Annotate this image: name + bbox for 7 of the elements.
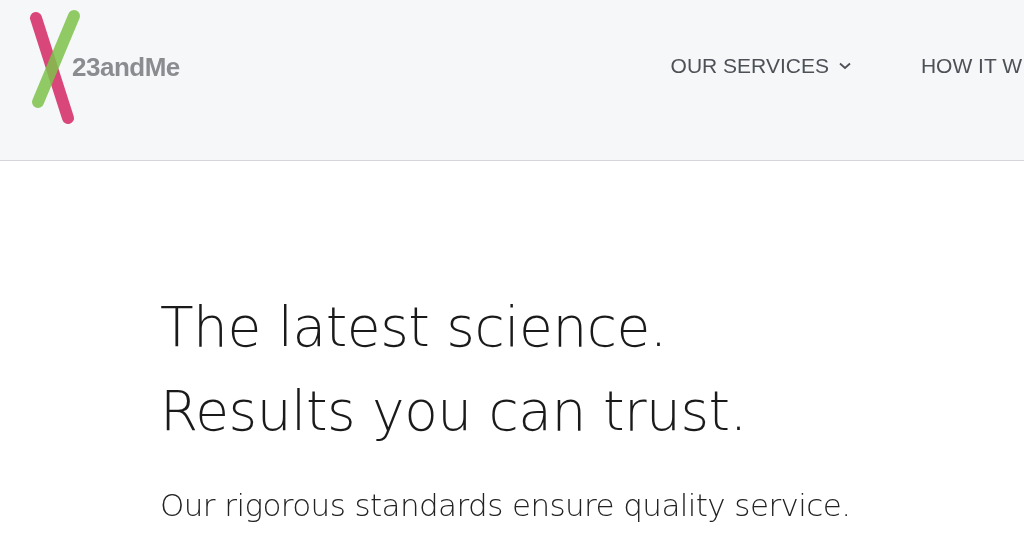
hero-headline: Results you can trust. <box>160 378 748 445</box>
hero-subtitle: Our rigorous standards ensure quality service. <box>160 487 852 523</box>
nav-link[interactable]: OUR SERVICES <box>670 54 851 78</box>
hero-headline: The latest science. <box>160 294 668 361</box>
caret-icon <box>838 62 851 70</box>
nav-link[interactable]: HOW IT W <box>920 54 1022 78</box>
logo-text: 23andMe <box>72 52 180 83</box>
